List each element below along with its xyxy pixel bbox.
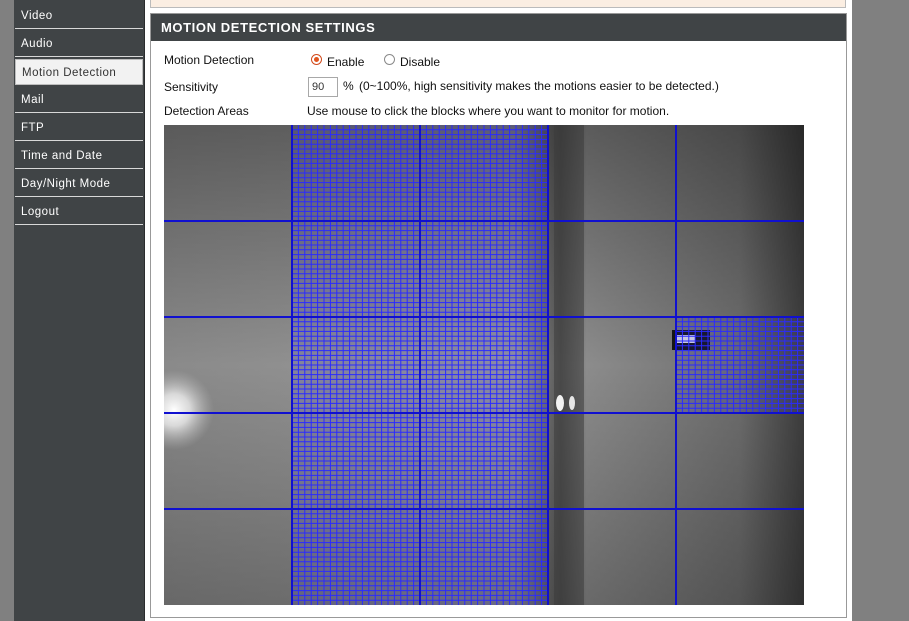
left-gutter (0, 0, 14, 621)
detection-block-subgrid (292, 413, 420, 509)
sidebar-item-mail[interactable]: Mail (15, 87, 143, 113)
detection-block[interactable] (676, 125, 804, 221)
detection-block[interactable] (548, 125, 676, 221)
detection-block-subgrid (292, 125, 420, 221)
disable-radio[interactable] (384, 54, 395, 65)
detection-grid[interactable] (164, 125, 804, 605)
detection-block[interactable] (676, 413, 804, 509)
detection-block[interactable] (164, 317, 292, 413)
sidebar-item-video[interactable]: Video (15, 3, 143, 29)
detection-block[interactable] (548, 221, 676, 317)
motion-detection-label: Motion Detection (164, 53, 255, 67)
detection-block-subgrid (292, 317, 420, 413)
detection-areas-label: Detection Areas (164, 104, 249, 118)
detection-block[interactable] (548, 413, 676, 509)
disable-radio-label[interactable]: Disable (400, 55, 440, 69)
detection-block-subgrid (292, 509, 420, 605)
detection-areas-hint: Use mouse to click the blocks where you … (307, 104, 670, 118)
sidebar-menu: Video Audio Motion Detection Mail FTP Ti… (14, 0, 145, 621)
detection-block[interactable] (676, 509, 804, 605)
right-gutter (852, 0, 909, 621)
sidebar-item-motion-detection[interactable]: Motion Detection (15, 59, 143, 85)
enable-radio-label[interactable]: Enable (327, 55, 364, 69)
detection-block-subgrid (292, 221, 420, 317)
sensitivity-hint: (0~100%, high sensitivity makes the moti… (359, 79, 719, 93)
detection-block-subgrid (420, 317, 548, 413)
detection-block[interactable] (548, 509, 676, 605)
sidebar-item-logout[interactable]: Logout (15, 199, 143, 225)
detection-block[interactable] (164, 125, 292, 221)
detection-block-subgrid (420, 413, 548, 509)
camera-preview[interactable] (164, 125, 804, 605)
previous-panel-edge (150, 0, 846, 8)
panel-title: MOTION DETECTION SETTINGS (151, 14, 846, 41)
detection-block-subgrid (420, 221, 548, 317)
detection-block[interactable] (676, 221, 804, 317)
detection-block-subgrid (420, 509, 548, 605)
detection-block[interactable] (164, 509, 292, 605)
detection-block[interactable] (548, 317, 676, 413)
detection-block-subgrid (420, 125, 548, 221)
sensitivity-input[interactable] (308, 77, 338, 97)
detection-block-subgrid (676, 317, 804, 413)
sensitivity-unit: % (343, 79, 354, 93)
enable-radio[interactable] (311, 54, 322, 65)
sidebar-item-day-night-mode[interactable]: Day/Night Mode (15, 171, 143, 197)
detection-block[interactable] (164, 221, 292, 317)
sidebar-item-ftp[interactable]: FTP (15, 115, 143, 141)
sidebar-item-audio[interactable]: Audio (15, 31, 143, 57)
detection-block[interactable] (164, 413, 292, 509)
sensitivity-label: Sensitivity (164, 80, 219, 94)
sidebar-item-time-and-date[interactable]: Time and Date (15, 143, 143, 169)
